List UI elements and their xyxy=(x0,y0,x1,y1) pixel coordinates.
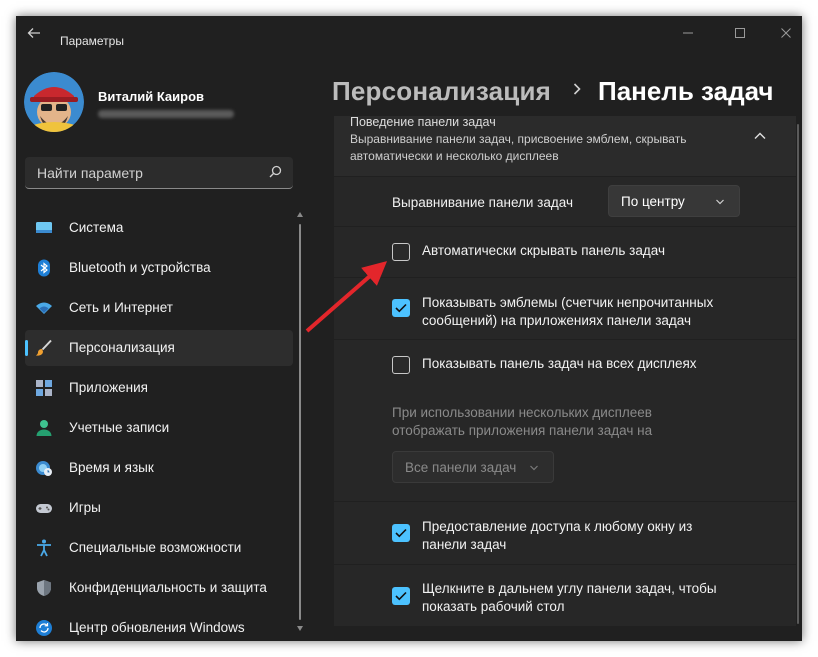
chevron-up-icon[interactable] xyxy=(752,128,768,144)
sidebar-item-label: Конфиденциальность и защита xyxy=(69,580,267,595)
sidebar-item-network[interactable]: Сеть и Интернет xyxy=(25,290,293,326)
wifi-icon xyxy=(36,302,52,314)
accessibility-icon xyxy=(37,539,51,557)
far-corner-label-line1: Щелкните в дальнем углу панели задач, чт… xyxy=(422,581,717,596)
all-displays-checkbox[interactable] xyxy=(392,356,410,374)
alignment-label: Выравнивание панели задач xyxy=(392,195,573,210)
sidebar-item-personalization[interactable]: Персонализация xyxy=(25,330,293,366)
maximize-button[interactable] xyxy=(720,19,760,47)
sidebar-item-windows-update[interactable]: Центр обновления Windows xyxy=(25,610,293,641)
page-title: Панель задач xyxy=(598,76,774,106)
section-header[interactable]: Поведение панели задач Выравнивание пане… xyxy=(334,115,796,176)
sidebar-item-system[interactable]: Система xyxy=(25,210,293,246)
multi-display-dropdown[interactable]: Все панели задач xyxy=(392,451,554,483)
autohide-label: Автоматически скрывать панель задач xyxy=(422,243,666,258)
share-window-label-line1: Предоставление доступа к любому окну из xyxy=(422,519,693,534)
sidebar-item-label: Центр обновления Windows xyxy=(69,620,245,635)
avatar[interactable] xyxy=(24,72,84,132)
active-indicator xyxy=(25,340,28,356)
search-icon xyxy=(269,165,282,178)
multi-display-label-line1: При использовании нескольких дисплеев xyxy=(392,405,652,420)
close-icon xyxy=(781,28,791,38)
shield-icon xyxy=(37,580,51,596)
window-title: Параметры xyxy=(60,34,124,48)
checkmark-icon xyxy=(395,303,407,313)
autohide-checkbox[interactable] xyxy=(392,243,410,261)
sidebar-item-label: Персонализация xyxy=(69,340,175,355)
sidebar-item-bluetooth[interactable]: Bluetooth и устройства xyxy=(25,250,293,286)
setting-row-alignment: Выравнивание панели задач По центру xyxy=(334,177,796,226)
badges-checkbox[interactable] xyxy=(392,299,410,317)
scroll-up-icon[interactable] xyxy=(297,212,303,217)
setting-row-autohide: Автоматически скрывать панель задач xyxy=(334,227,796,277)
taskbar-behaviors-section: Поведение панели задач Выравнивание пане… xyxy=(334,115,796,626)
gamepad-icon xyxy=(36,504,52,513)
sidebar-scrollbar[interactable] xyxy=(297,212,303,632)
back-button[interactable] xyxy=(22,21,46,45)
sidebar-item-label: Игры xyxy=(69,500,101,515)
badges-label-line1: Показывать эмблемы (счетчик непрочитанны… xyxy=(422,295,714,310)
setting-row-all-displays: Показывать панель задач на всех дисплеях… xyxy=(334,340,796,501)
share-window-label-line2: панели задач xyxy=(422,537,507,552)
globe-clock-icon xyxy=(36,461,52,476)
badges-label-line2: сообщений) на приложениях панели задач xyxy=(422,313,692,328)
apps-icon xyxy=(36,380,52,396)
main-scrollbar[interactable] xyxy=(796,124,800,634)
search-placeholder: Найти параметр xyxy=(37,165,143,181)
far-corner-checkbox[interactable] xyxy=(392,587,410,605)
checkmark-icon xyxy=(395,528,407,538)
scrollbar-thumb[interactable] xyxy=(299,224,301,620)
setting-row-share-window: Предоставление доступа к любому окну из … xyxy=(334,502,796,564)
maximize-icon xyxy=(735,28,745,38)
alignment-dropdown[interactable]: По центру xyxy=(608,185,740,217)
sidebar-item-time-language[interactable]: Время и язык xyxy=(25,450,293,486)
multi-display-label-line2: отображать приложения панели задач на xyxy=(392,423,653,438)
user-name: Виталий Каиров xyxy=(98,89,205,104)
far-corner-label-line2: показать рабочий стол xyxy=(422,599,565,614)
checkmark-icon xyxy=(395,591,407,601)
sidebar-item-accessibility[interactable]: Специальные возможности xyxy=(25,530,293,566)
sidebar-item-label: Приложения xyxy=(69,380,148,395)
sidebar-item-label: Сеть и Интернет xyxy=(69,300,173,315)
chevron-right-icon xyxy=(573,83,581,95)
breadcrumb-parent[interactable]: Персонализация xyxy=(332,76,551,107)
user-email-blurred xyxy=(98,110,234,118)
setting-row-far-corner: Щелкните в дальнем углу панели задач, чт… xyxy=(334,565,796,626)
search-input[interactable]: Найти параметр xyxy=(25,157,293,189)
sidebar-item-accounts[interactable]: Учетные записи xyxy=(25,410,293,446)
arrow-left-icon xyxy=(27,28,40,38)
sidebar-item-label: Bluetooth и устройства xyxy=(69,260,211,275)
minimize-icon xyxy=(683,32,693,34)
title-bar: Параметры xyxy=(16,16,802,50)
setting-row-badges: Показывать эмблемы (счетчик непрочитанны… xyxy=(334,278,796,339)
all-displays-label: Показывать панель задач на всех дисплеях xyxy=(422,356,697,371)
scrollbar-thumb[interactable] xyxy=(797,124,799,624)
sidebar-item-label: Специальные возможности xyxy=(69,540,242,555)
sidebar-item-gaming[interactable]: Игры xyxy=(25,490,293,526)
monitor-icon xyxy=(36,222,52,233)
sidebar-item-apps[interactable]: Приложения xyxy=(25,370,293,406)
person-icon xyxy=(36,420,52,436)
settings-window: Параметры Виталий Каиров Найти параметр xyxy=(16,16,802,641)
sidebar-item-label: Система xyxy=(69,220,124,235)
close-button[interactable] xyxy=(766,19,802,47)
sidebar-item-label: Время и язык xyxy=(69,460,154,475)
scroll-down-icon[interactable] xyxy=(297,626,303,631)
brush-icon xyxy=(36,339,52,356)
sidebar-item-privacy[interactable]: Конфиденциальность и защита xyxy=(25,570,293,606)
chevron-down-icon xyxy=(530,465,538,471)
section-description: Выравнивание панели задач, присвоение эм… xyxy=(350,132,687,163)
section-title: Поведение панели задач xyxy=(350,115,496,129)
user-portrait-icon xyxy=(24,72,84,132)
sidebar-nav: Система Bluetooth и устройства Сеть и Ин… xyxy=(25,210,293,641)
update-icon xyxy=(36,620,52,636)
share-window-checkbox[interactable] xyxy=(392,524,410,542)
multi-display-value: Все панели задач xyxy=(405,460,517,475)
alignment-value: По центру xyxy=(621,194,685,209)
minimize-button[interactable] xyxy=(668,19,708,47)
sidebar-item-label: Учетные записи xyxy=(69,420,170,435)
chevron-down-icon xyxy=(716,199,724,205)
bluetooth-icon xyxy=(38,259,50,277)
